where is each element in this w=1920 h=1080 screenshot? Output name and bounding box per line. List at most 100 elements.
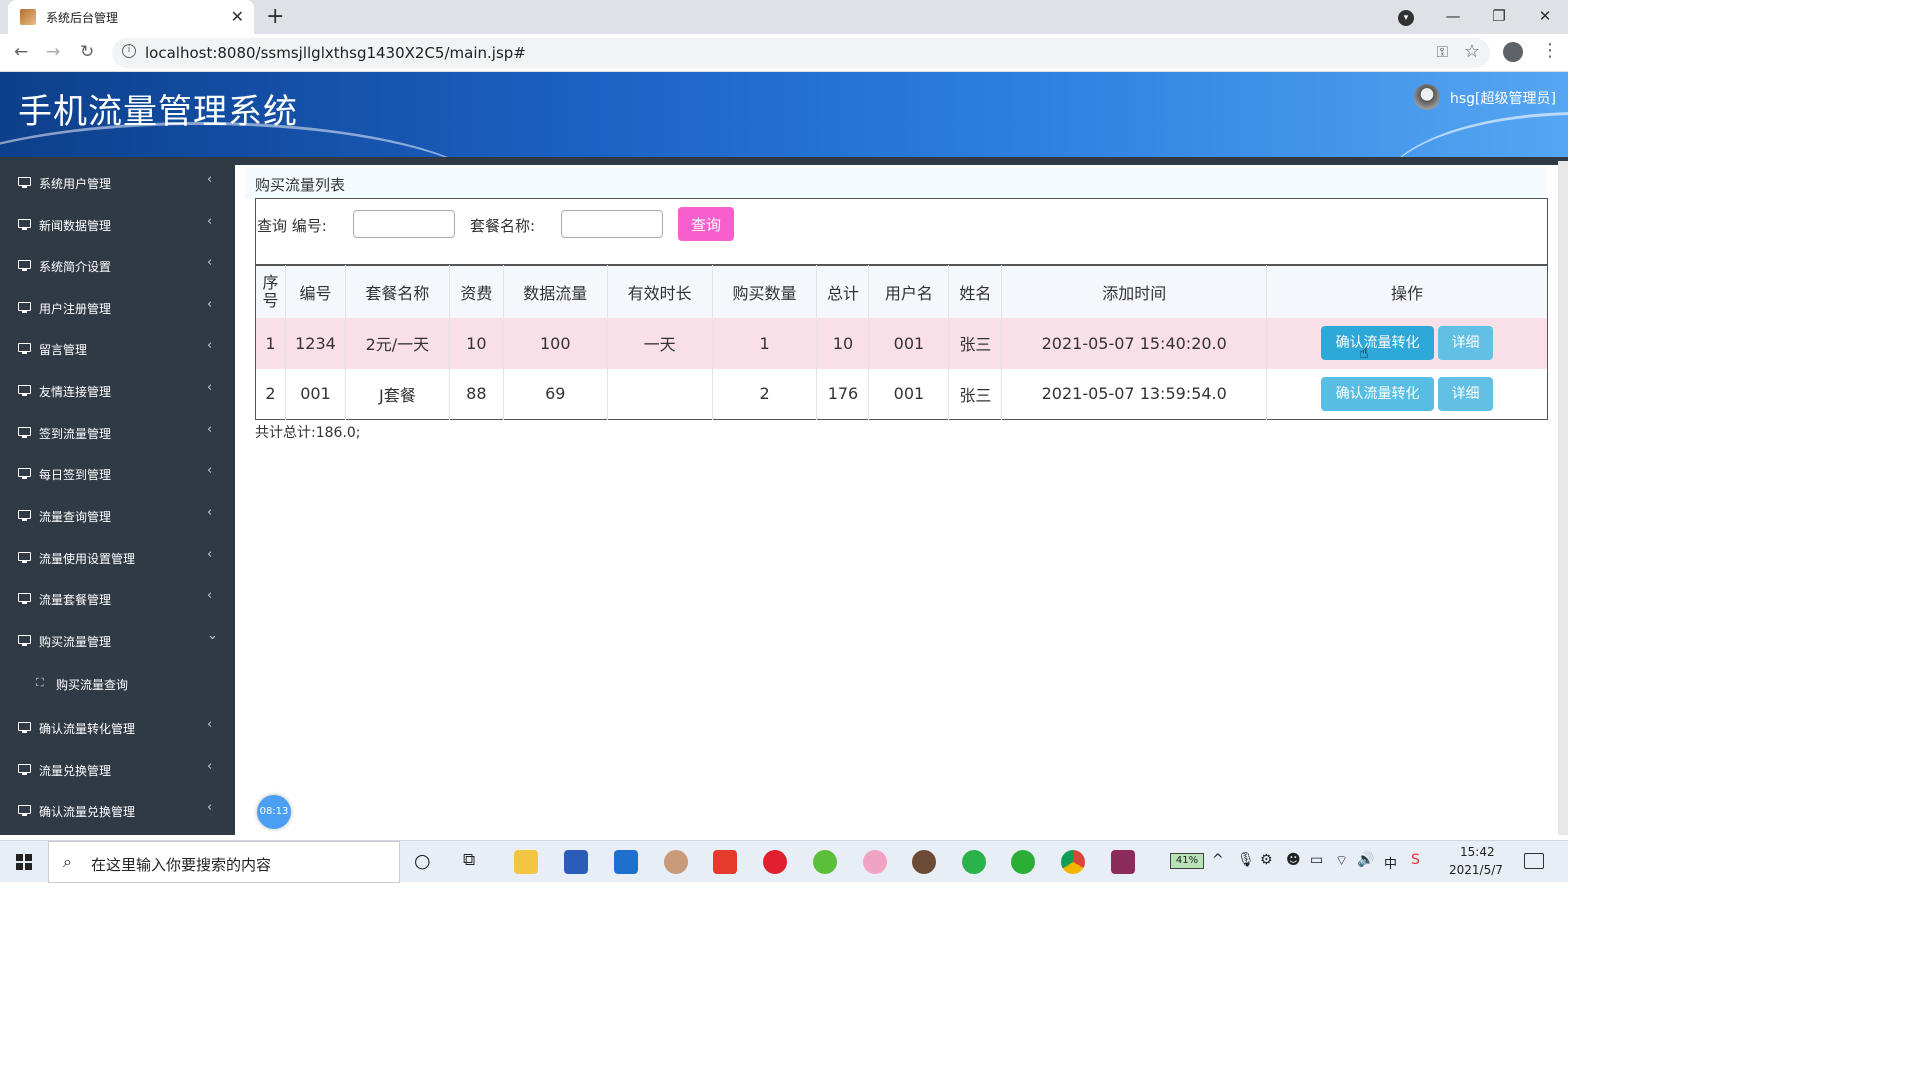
- browser-menu-icon[interactable]: ⋮: [1541, 40, 1559, 61]
- browser-tab-bar: 系统后台管理 ✕ + ▾ — ❐ ✕: [0, 0, 1568, 34]
- site-info-icon[interactable]: i: [122, 44, 136, 58]
- monitor-icon: [18, 427, 31, 438]
- windows-start-icon[interactable]: [16, 854, 32, 870]
- taskbar-search[interactable]: ⌕ 在这里输入你要搜索的内容: [48, 841, 400, 883]
- sidebar-item-traffic-usage[interactable]: 流量使用设置管理 ‹: [0, 537, 235, 577]
- chevron-left-icon: ‹: [207, 422, 213, 437]
- sidebar-item-intro[interactable]: 系统简介设置 ‹: [0, 245, 235, 285]
- app-icon[interactable]: [564, 850, 588, 874]
- app-icon[interactable]: [912, 850, 936, 874]
- sitemap-icon: ⛶: [36, 676, 44, 689]
- header-total: 总计: [816, 265, 869, 318]
- app-icon[interactable]: [664, 850, 688, 874]
- search-form: 查询 编号: 套餐名称: 查询: [255, 198, 1548, 265]
- cortana-icon[interactable]: ○: [414, 850, 431, 872]
- app-icon[interactable]: [863, 850, 887, 874]
- taskbar: ⌕ 在这里输入你要搜索的内容 ○ ⧉ 41% ^ 🎙 ⚙ ☻ ▭ ⌔ 🔊 中 S…: [0, 840, 1568, 883]
- package-name-label: 套餐名称:: [470, 217, 536, 235]
- sidebar-item-messages[interactable]: 留言管理 ‹: [0, 328, 235, 368]
- tab-close-icon[interactable]: ✕: [231, 7, 244, 26]
- clock-time[interactable]: 15:42: [1460, 845, 1495, 859]
- back-icon[interactable]: ←: [14, 42, 28, 62]
- reload-icon[interactable]: ↻: [80, 42, 94, 62]
- confirm-conversion-button[interactable]: 确认流量转化: [1321, 376, 1435, 411]
- search-button[interactable]: 查询: [678, 207, 734, 241]
- header-index: 序号: [255, 265, 286, 318]
- sidebar-item-daily-signin[interactable]: 每日签到管理 ‹: [0, 453, 235, 493]
- app-icon[interactable]: [813, 850, 837, 874]
- chevron-left-icon: ‹: [207, 255, 213, 270]
- address-bar[interactable]: i localhost:8080/ssmsjllglxthsg1430X2C5/…: [112, 38, 1490, 68]
- user-avatar[interactable]: [1414, 84, 1440, 110]
- cell-name: 张三: [948, 368, 1002, 420]
- detail-button[interactable]: 详细: [1438, 326, 1494, 360]
- chevron-down-icon: ⌄: [207, 628, 218, 643]
- wechat-icon[interactable]: [1011, 850, 1035, 874]
- sogou-icon[interactable]: S: [1411, 852, 1420, 868]
- monitor-icon: [18, 805, 31, 816]
- user-name[interactable]: hsg[超级管理员]: [1450, 88, 1556, 108]
- sidebar-item-signin-traffic[interactable]: 签到流量管理 ‹: [0, 412, 235, 452]
- app-tray-icon[interactable]: ⚙: [1260, 852, 1273, 868]
- header-quantity: 购买数量: [711, 265, 817, 318]
- monitor-icon: [18, 552, 31, 563]
- microphone-icon[interactable]: 🎙: [1237, 852, 1255, 868]
- chevron-up-icon[interactable]: ^: [1212, 852, 1224, 868]
- confirm-conversion-button[interactable]: 确认流量转化: [1321, 326, 1435, 360]
- battery-indicator[interactable]: 41%: [1170, 853, 1204, 869]
- sidebar-subitem-purchase-query[interactable]: ⛶ 购买流量查询: [0, 661, 235, 705]
- sidebar-item-purchase[interactable]: 购买流量管理 ⌄: [0, 620, 235, 660]
- chevron-left-icon: ‹: [207, 800, 213, 815]
- new-tab-icon[interactable]: +: [266, 4, 284, 29]
- sidebar-item-links[interactable]: 友情连接管理 ‹: [0, 370, 235, 410]
- maximize-icon[interactable]: ❐: [1476, 0, 1522, 34]
- floating-timer-bubble[interactable]: 08:13: [257, 795, 291, 829]
- sidebar-item-packages[interactable]: 流量套餐管理 ‹: [0, 578, 235, 618]
- account-icon[interactable]: [1503, 42, 1523, 62]
- app-icon[interactable]: [614, 850, 638, 874]
- grand-total: 共计总计:186.0;: [255, 425, 361, 441]
- cell-fee: 88: [448, 368, 504, 420]
- netease-music-icon[interactable]: [763, 850, 787, 874]
- header-fee: 资费: [448, 265, 504, 318]
- ime-indicator[interactable]: 中: [1384, 853, 1397, 872]
- notification-icon[interactable]: [1524, 853, 1544, 869]
- wps-icon[interactable]: [713, 850, 737, 874]
- id-input[interactable]: [353, 210, 455, 238]
- monitor-icon: [18, 177, 31, 188]
- detail-button[interactable]: 详细: [1438, 376, 1494, 411]
- sidebar-item-confirm-exchange[interactable]: 确认流量兑换管理 ‹: [0, 790, 235, 830]
- sidebar-item-exchange[interactable]: 流量兑换管理 ‹: [0, 749, 235, 789]
- window-close-icon[interactable]: ✕: [1522, 0, 1568, 34]
- app-icon[interactable]: [962, 850, 986, 874]
- file-explorer-icon[interactable]: [514, 850, 538, 874]
- browser-tab[interactable]: 系统后台管理 ✕: [8, 0, 254, 34]
- battery-icon[interactable]: ▭: [1310, 852, 1323, 868]
- table-row: 2 001 J套餐 88 69 2 176 001 张三 2021-05-07 …: [255, 368, 1548, 420]
- hand-cursor-icon: ☝: [1359, 343, 1369, 362]
- scrollbar[interactable]: [1558, 161, 1568, 835]
- cell-id: 001: [284, 368, 346, 420]
- sidebar-item-system-users[interactable]: 系统用户管理 ‹: [0, 162, 235, 202]
- sidebar-item-news[interactable]: 新闻数据管理 ‹: [0, 204, 235, 244]
- wifi-icon[interactable]: ⌔: [1335, 852, 1348, 870]
- chrome-icon[interactable]: [1061, 850, 1085, 874]
- task-view-icon[interactable]: ⧉: [463, 850, 475, 870]
- sidebar-item-traffic-query[interactable]: 流量查询管理 ‹: [0, 495, 235, 535]
- browser-toolbar: ← → ↻ i localhost:8080/ssmsjllglxthsg143…: [0, 34, 1568, 72]
- app-tray-icon[interactable]: ☻: [1286, 852, 1301, 868]
- sidebar-item-registration[interactable]: 用户注册管理 ‹: [0, 287, 235, 327]
- forward-icon[interactable]: →: [46, 42, 60, 62]
- tab-search-icon[interactable]: ▾: [1398, 10, 1414, 26]
- sidebar-item-confirm-conversion[interactable]: 确认流量转化管理 ‹: [0, 707, 235, 747]
- winrar-icon[interactable]: [1111, 850, 1135, 874]
- volume-icon[interactable]: 🔊: [1357, 852, 1374, 868]
- clock-date[interactable]: 2021/5/7: [1449, 863, 1503, 877]
- cell-id: 1234: [284, 317, 346, 369]
- bookmark-star-icon[interactable]: ☆: [1464, 41, 1480, 62]
- cell-fee: 10: [448, 317, 504, 369]
- minimize-icon[interactable]: —: [1430, 0, 1476, 34]
- header-username: 用户名: [868, 265, 949, 318]
- key-icon[interactable]: ⚿: [1437, 43, 1448, 61]
- package-name-input[interactable]: [561, 210, 663, 238]
